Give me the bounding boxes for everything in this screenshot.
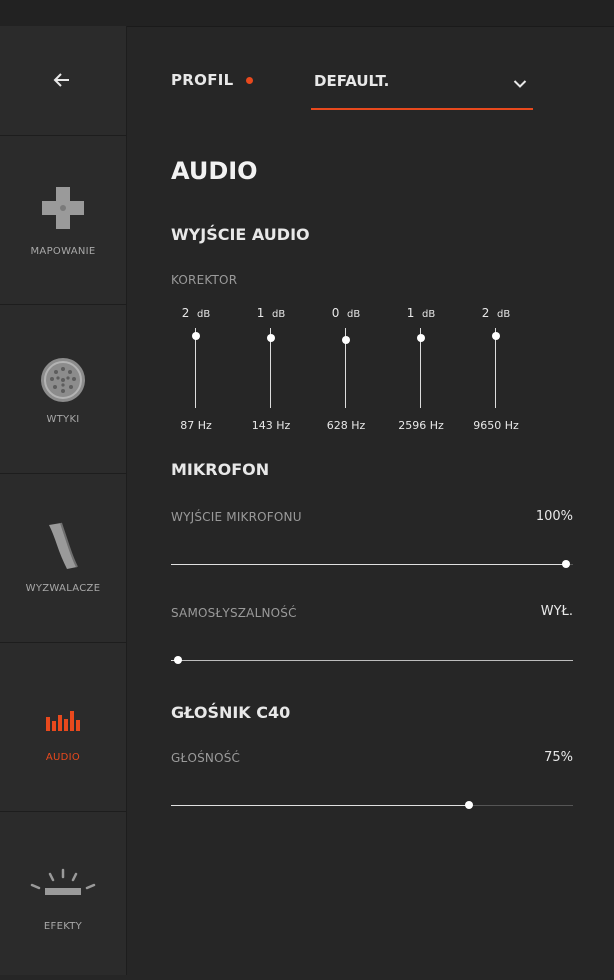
slider-fill (171, 805, 469, 806)
mic-output-value: 100% (535, 509, 573, 524)
sidebar: MAPOWANIE WTYKI WYZWALACZE AUDIO EFEKTY (0, 26, 127, 975)
mic-output-slider[interactable] (171, 559, 573, 571)
profile-dropdown[interactable]: DEFAULT. (311, 66, 533, 110)
slider-track (171, 660, 573, 661)
eq-band: 1 dB 2596 Hz (391, 306, 451, 436)
sidebar-item-label: EFEKTY (43, 921, 83, 932)
audio-output-title: WYJŚCIE AUDIO (171, 225, 310, 244)
dpad-icon (42, 187, 84, 229)
eq-band-frequency: 143 Hz (251, 419, 291, 432)
eq-band-frequency: 87 Hz (180, 419, 212, 432)
sidebar-item-audio[interactable]: AUDIO (0, 643, 126, 812)
sidebar-item-wtyki[interactable]: WTYKI (0, 305, 126, 474)
slider-thumb[interactable] (174, 656, 182, 664)
sidebar-item-label: WYZWALACZE (25, 583, 101, 594)
sidetone-value: WYŁ. (540, 604, 573, 619)
eq-band: 0 dB 628 Hz (316, 306, 376, 436)
sidebar-item-mapowanie[interactable]: MAPOWANIE (0, 136, 126, 305)
back-button[interactable] (0, 26, 126, 136)
eq-slider-thumb[interactable] (492, 332, 500, 341)
sidetone-label: SAMOSŁYSZALNOŚĆ (171, 606, 297, 620)
slider-fill (171, 564, 566, 565)
trigger-icon (49, 522, 78, 569)
eq-band-gain: 1 dB (406, 306, 436, 320)
mic-output-label: WYJŚCIE MIKROFONU (171, 510, 302, 524)
volume-slider[interactable] (171, 800, 573, 812)
eq-band-frequency: 9650 Hz (473, 419, 519, 432)
eq-band-frequency: 628 Hz (326, 419, 366, 432)
light-effects-icon (30, 868, 96, 895)
microphone-title: MIKROFON (171, 460, 270, 479)
slider-thumb[interactable] (562, 560, 570, 568)
eq-slider-thumb[interactable] (417, 334, 425, 343)
speaker-title: GŁOŚNIK C40 (171, 703, 291, 722)
connector-icon (41, 358, 85, 402)
sidebar-item-label: AUDIO (45, 752, 81, 763)
profile-selected-value: DEFAULT. (314, 72, 390, 90)
main-panel: PROFIL DEFAULT. AUDIO WYJŚCIE AUDIO KORE… (127, 26, 614, 975)
profile-label: PROFIL (171, 71, 234, 89)
chevron-down-icon (513, 80, 527, 88)
page-title: AUDIO (171, 157, 258, 185)
sidebar-item-wyzwalacze[interactable]: WYZWALACZE (0, 474, 126, 643)
eq-slider-thumb[interactable] (342, 336, 350, 345)
audio-bars-icon (46, 711, 80, 731)
sidebar-item-label: MAPOWANIE (30, 246, 96, 257)
sidetone-slider[interactable] (171, 655, 573, 667)
slider-thumb[interactable] (465, 801, 473, 809)
profile-status-dot (246, 77, 253, 84)
eq-band: 2 dB 87 Hz (166, 306, 226, 436)
volume-value: 75% (544, 750, 573, 765)
eq-band-gain: 0 dB (331, 306, 361, 320)
eq-band: 1 dB 143 Hz (241, 306, 301, 436)
eq-slider-thumb[interactable] (267, 334, 275, 343)
top-bar (0, 0, 614, 27)
eq-band-frequency: 2596 Hz (398, 419, 444, 432)
sidebar-item-efekty[interactable]: EFEKTY (0, 812, 126, 980)
arrow-left-icon (53, 73, 69, 87)
eq-slider-thumb[interactable] (192, 332, 200, 341)
eq-band-gain: 1 dB (256, 306, 286, 320)
sidebar-item-label: WTYKI (46, 414, 80, 425)
eq-band-gain: 2 dB (481, 306, 511, 320)
equalizer-label: KOREKTOR (171, 273, 238, 287)
eq-band: 2 dB 9650 Hz (466, 306, 526, 436)
volume-label: GŁOŚNOŚĆ (171, 751, 241, 765)
eq-band-gain: 2 dB (181, 306, 211, 320)
